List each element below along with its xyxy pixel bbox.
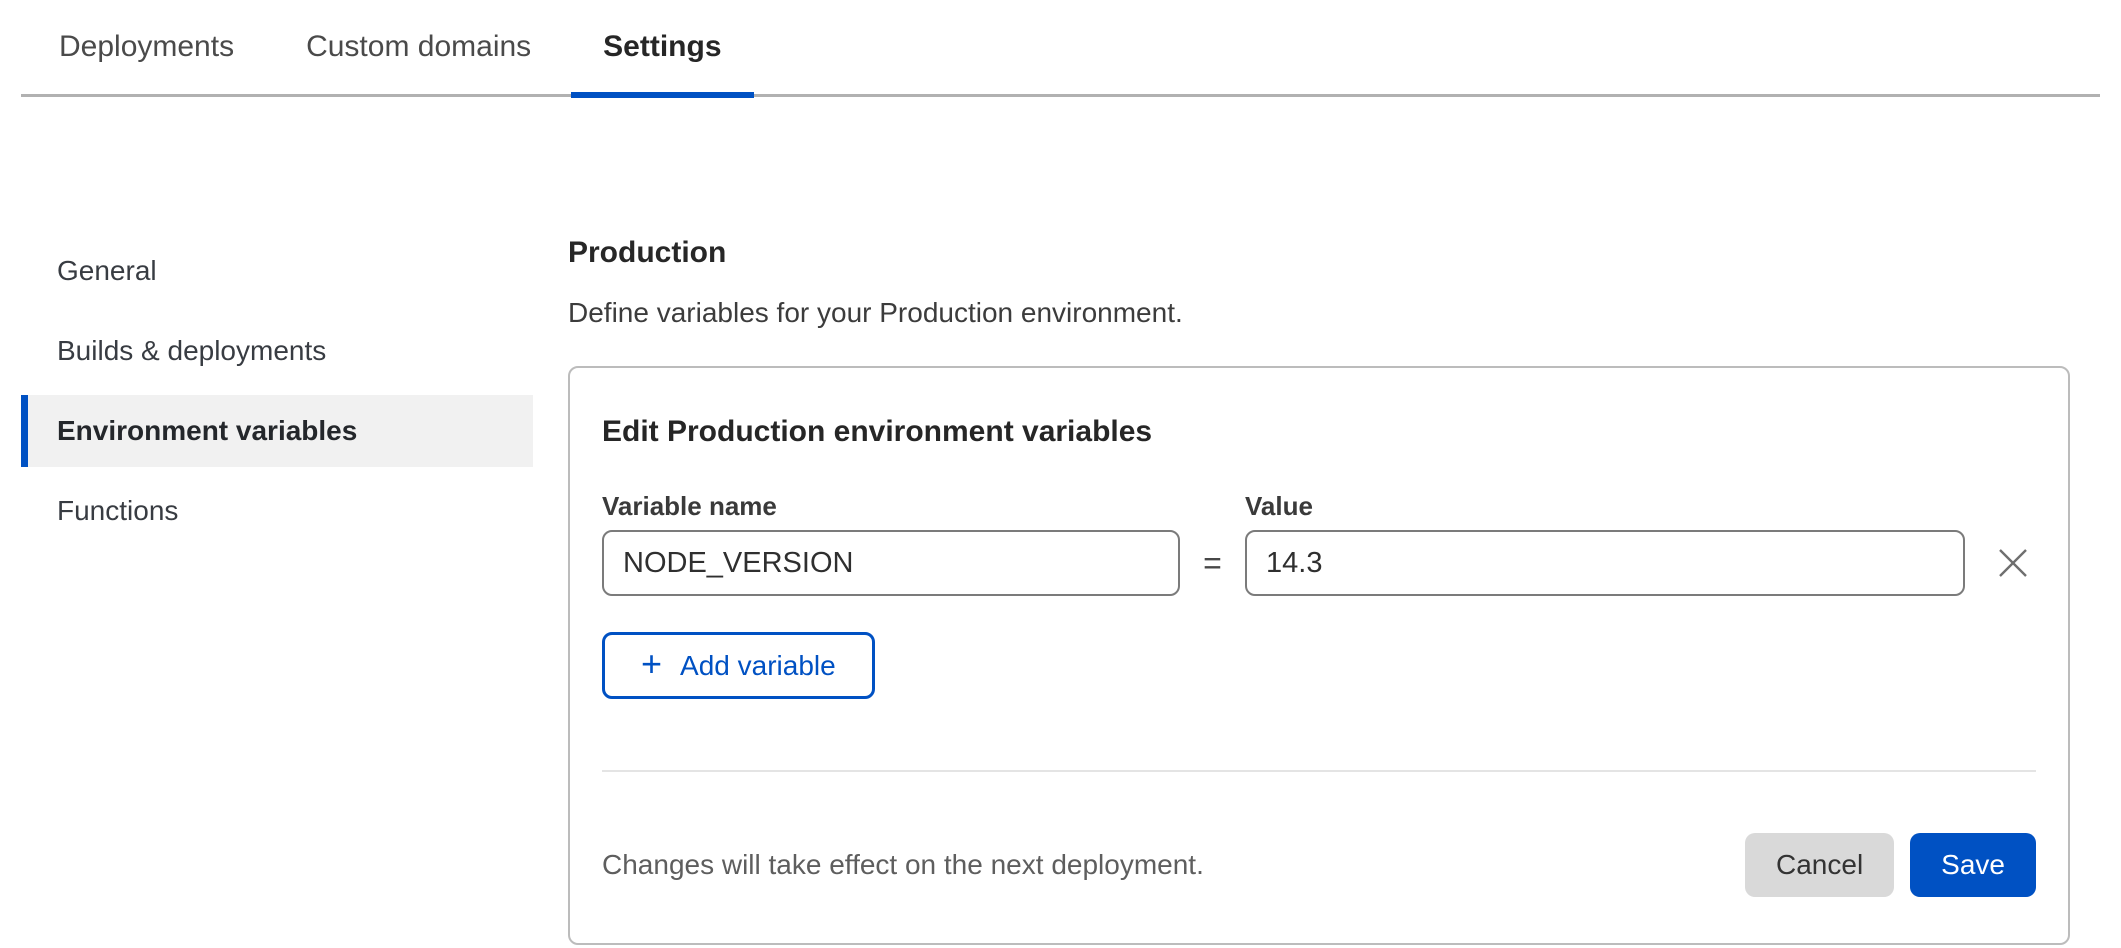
add-variable-label: Add variable [680, 650, 836, 682]
sidebar-item-functions[interactable]: Functions [21, 475, 533, 547]
deployment-note: Changes will take effect on the next dep… [602, 849, 1204, 881]
equals-separator: = [1180, 545, 1245, 582]
add-variable-button[interactable]: + Add variable [602, 632, 875, 699]
field-labels-row: Variable name Value [602, 491, 2036, 522]
card-divider [602, 770, 2036, 772]
settings-content: General Builds & deployments Environment… [0, 97, 2121, 945]
variable-name-input[interactable] [602, 530, 1180, 596]
sidebar-item-general[interactable]: General [21, 235, 533, 307]
page-title: Production [568, 235, 2070, 271]
sidebar-item-builds-deployments[interactable]: Builds & deployments [21, 315, 533, 387]
card-title: Edit Production environment variables [602, 414, 2036, 450]
page-description: Define variables for your Production env… [568, 296, 2070, 330]
variable-value-input[interactable] [1245, 530, 1965, 596]
project-tabbar: Deployments Custom domains Settings [21, 0, 2100, 97]
sidebar-item-environment-variables[interactable]: Environment variables [21, 395, 533, 467]
plus-icon: + [641, 646, 662, 682]
edit-variables-card: Edit Production environment variables Va… [568, 366, 2070, 945]
card-footer: Changes will take effect on the next dep… [602, 833, 2036, 897]
environment-variables-panel: Production Define variables for your Pro… [568, 235, 2070, 945]
tab-settings[interactable]: Settings [603, 0, 721, 94]
settings-sidebar: General Builds & deployments Environment… [21, 235, 533, 555]
variable-row: = [602, 530, 2036, 596]
x-icon [1995, 545, 2031, 581]
footer-buttons: Cancel Save [1745, 833, 2036, 897]
value-label: Value [1245, 491, 1313, 522]
remove-variable-button[interactable] [1990, 540, 2036, 586]
save-button[interactable]: Save [1910, 833, 2036, 897]
tab-deployments[interactable]: Deployments [59, 0, 234, 94]
tab-custom-domains[interactable]: Custom domains [306, 0, 531, 94]
cancel-button[interactable]: Cancel [1745, 833, 1894, 897]
variable-name-label: Variable name [602, 491, 1245, 522]
